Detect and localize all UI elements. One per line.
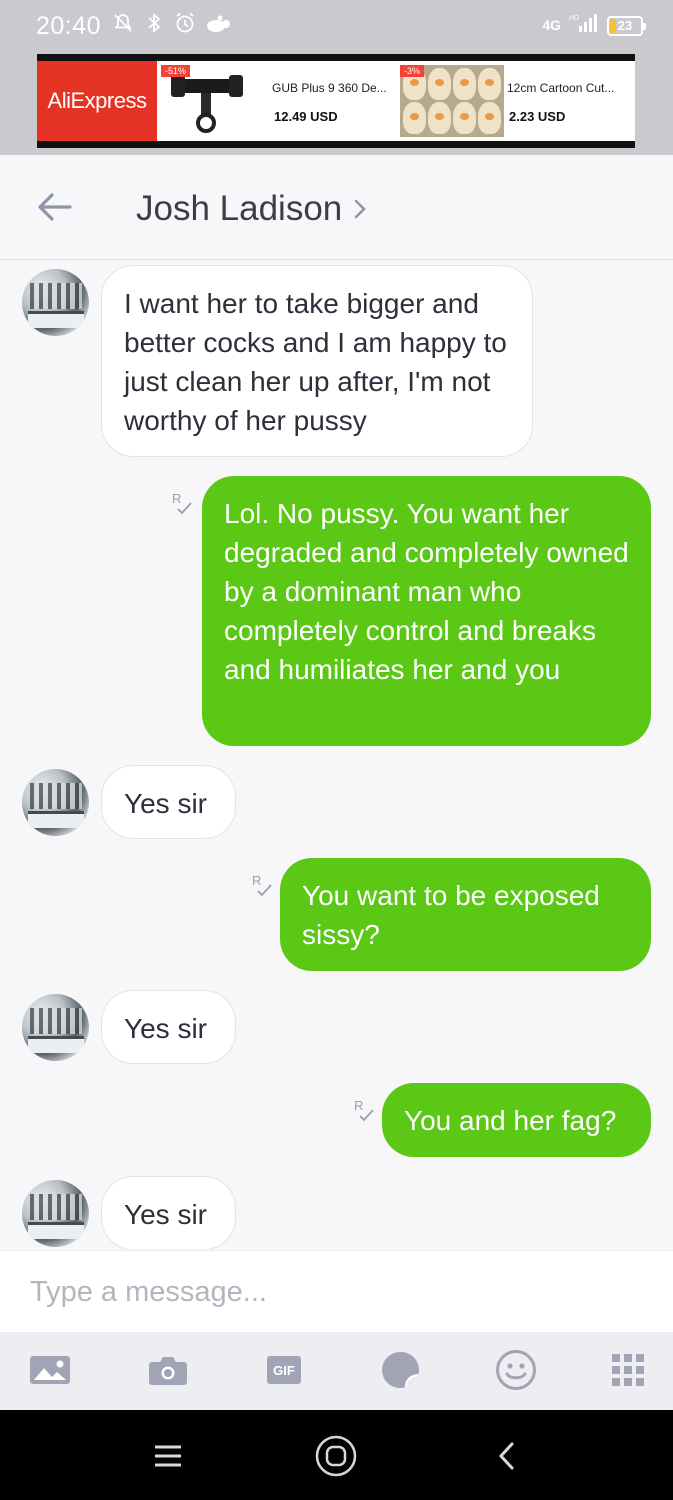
ad-product-2[interactable]: -3% 12cm Cartoon Cut... 2.23 USD <box>396 61 635 141</box>
alarm-icon <box>174 11 196 35</box>
battery-icon: 23 <box>607 15 646 36</box>
ad-discount-badge: -51% <box>161 65 191 77</box>
ad-banner[interactable]: AliExpress -51% GUB Plus 9 360 De... 12.… <box>37 54 635 148</box>
status-time: 20:40 <box>36 12 102 40</box>
svg-text:R: R <box>354 1098 363 1113</box>
contact-name: Josh Ladison <box>136 189 343 228</box>
ad-product-price: 2.23 USD <box>509 109 566 124</box>
svg-text:R: R <box>252 873 261 888</box>
incoming-message[interactable]: Yes sir <box>101 765 236 839</box>
signal-area: 4G HD 23 <box>542 12 646 39</box>
status-icons <box>112 11 227 35</box>
system-navigation-bar <box>0 1410 673 1500</box>
attachment-toolbar: GIF <box>0 1332 673 1410</box>
back-arrow-icon[interactable] <box>36 191 72 223</box>
read-receipt-icon: R <box>352 1096 376 1124</box>
camera-icon[interactable] <box>146 1350 190 1390</box>
read-receipt-icon: R <box>250 871 274 899</box>
message-input[interactable] <box>30 1269 630 1315</box>
apps-grid-icon[interactable] <box>606 1350 650 1390</box>
incoming-message[interactable]: Yes sir <box>101 990 236 1064</box>
recent-apps-icon[interactable] <box>146 1434 190 1478</box>
ad-product-name: GUB Plus 9 360 De... <box>272 81 387 95</box>
contact-avatar[interactable] <box>22 769 89 836</box>
conversation-header: Josh Ladison <box>0 155 673 260</box>
ad-brand-logo[interactable]: AliExpress <box>37 61 157 141</box>
top-zone: 20:40 4G HD 23 AliExpress -51% GUB Plus … <box>0 0 673 155</box>
ad-product-1[interactable]: -51% GUB Plus 9 360 De... 12.49 USD <box>157 61 396 141</box>
svg-text:R: R <box>172 491 181 506</box>
svg-text:HD: HD <box>569 15 579 22</box>
sticker-icon[interactable] <box>378 1350 422 1390</box>
emoji-icon[interactable] <box>494 1350 538 1390</box>
message-composer <box>0 1250 673 1332</box>
incoming-message[interactable]: Yes sir <box>101 1176 236 1249</box>
incoming-message[interactable]: I want her to take bigger and better coc… <box>101 265 533 457</box>
ad-product-name: 12cm Cartoon Cut... <box>507 81 615 95</box>
back-nav-icon[interactable] <box>484 1434 528 1478</box>
contact-avatar[interactable] <box>22 269 89 336</box>
contact-avatar[interactable] <box>22 1180 89 1247</box>
home-icon[interactable] <box>314 1434 358 1478</box>
bluetooth-icon <box>143 11 165 35</box>
status-bar: 20:40 4G HD 23 <box>0 0 673 52</box>
outgoing-message[interactable]: Lol. No pussy. You want her degraded and… <box>202 476 651 746</box>
image-icon[interactable] <box>28 1350 72 1390</box>
outgoing-message[interactable]: You and her fag? <box>382 1083 651 1157</box>
signal-icon: HD <box>569 12 599 39</box>
chevron-right-icon <box>354 199 367 219</box>
mute-bell-icon <box>112 11 134 35</box>
message-thread[interactable]: I want her to take bigger and better coc… <box>0 261 673 1249</box>
contact-avatar[interactable] <box>22 994 89 1061</box>
read-receipt-icon: R <box>170 489 194 517</box>
ad-discount-badge: -3% <box>400 65 425 77</box>
contact-name-button[interactable]: Josh Ladison <box>136 189 368 229</box>
gif-icon[interactable]: GIF <box>262 1350 306 1390</box>
network-type: 4G <box>542 17 561 33</box>
notification-dot <box>222 20 230 28</box>
outgoing-message[interactable]: You want to be exposed sissy? <box>280 858 651 971</box>
ad-product-price: 12.49 USD <box>274 109 338 124</box>
